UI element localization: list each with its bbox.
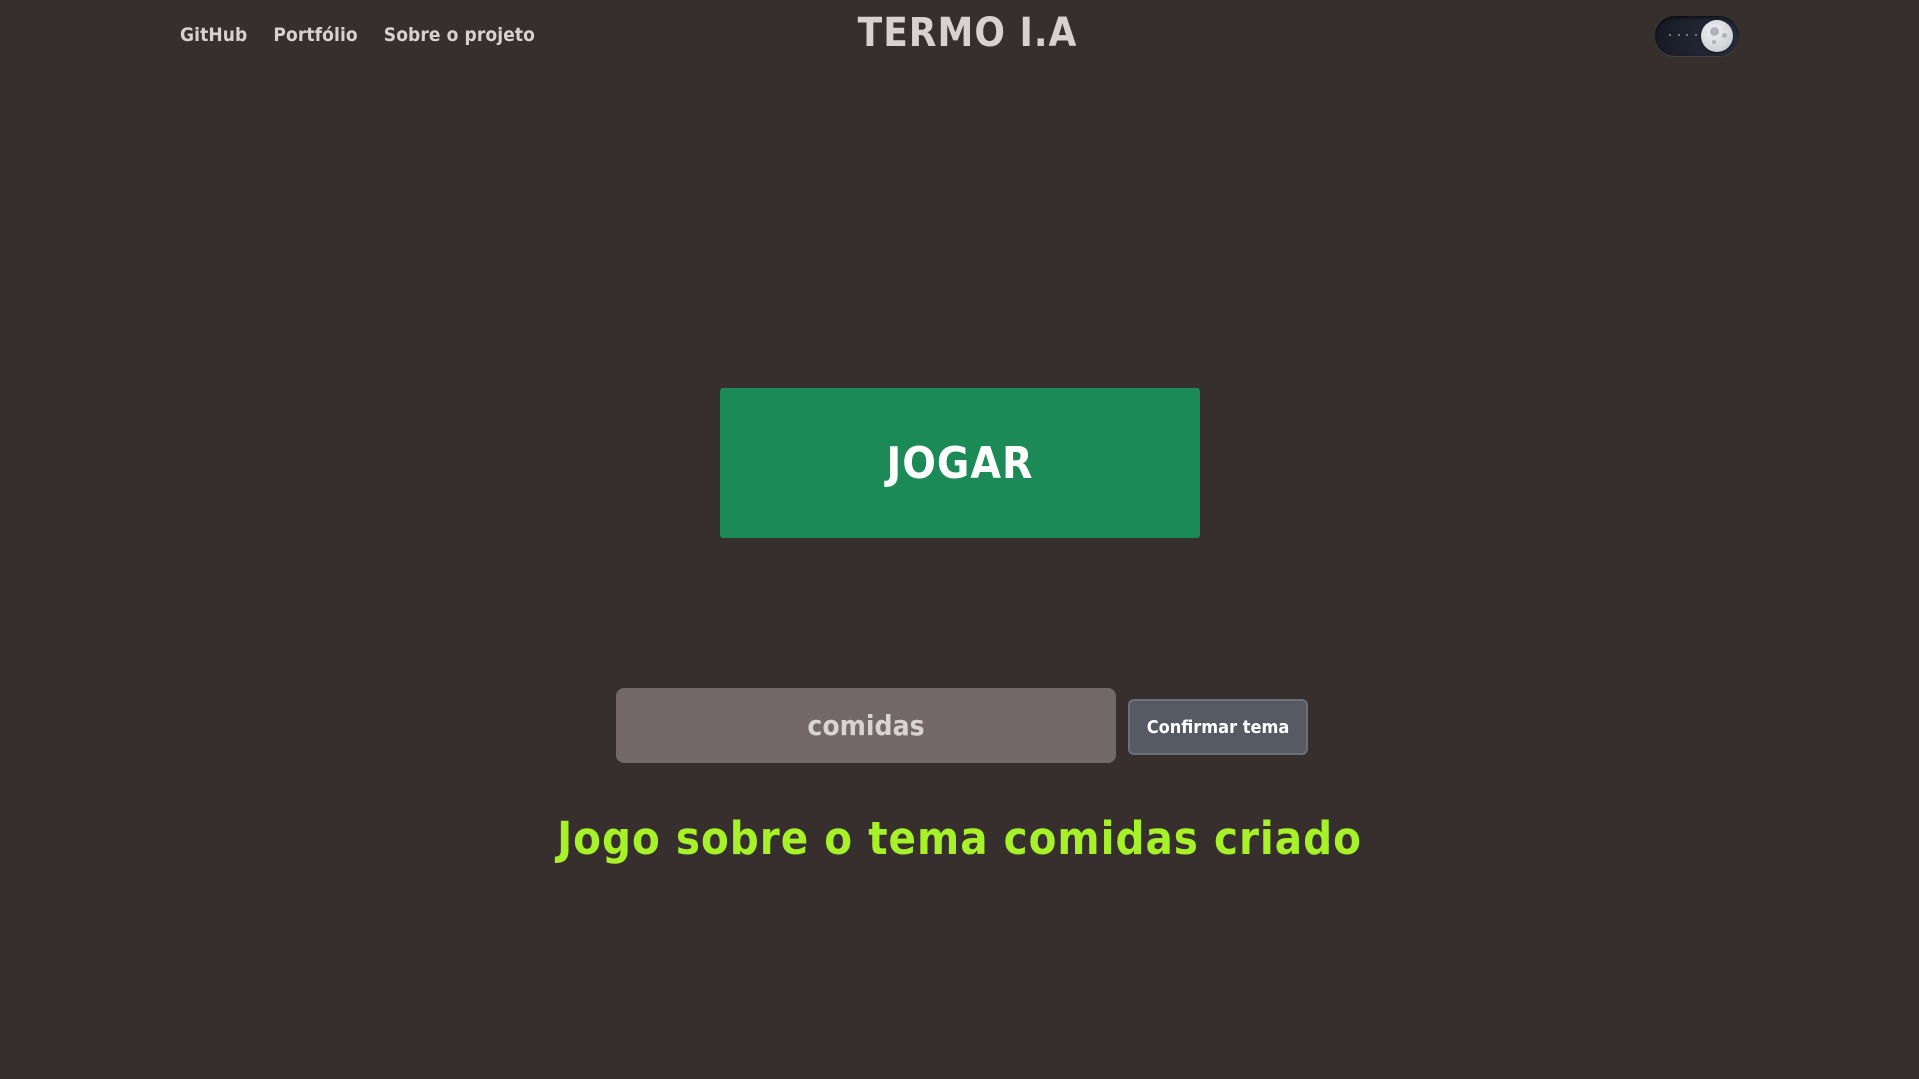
status-message: Jogo sobre o tema comidas criado <box>557 812 1362 865</box>
moon-icon <box>1701 20 1733 52</box>
confirm-theme-button[interactable]: Confirmar tema <box>1128 699 1308 755</box>
theme-input[interactable] <box>616 688 1116 763</box>
theme-toggle[interactable] <box>1655 16 1739 56</box>
stars-decoration <box>1669 34 1705 38</box>
app-title: TERMO I.A <box>857 10 1078 56</box>
play-button[interactable]: JOGAR <box>720 388 1200 538</box>
